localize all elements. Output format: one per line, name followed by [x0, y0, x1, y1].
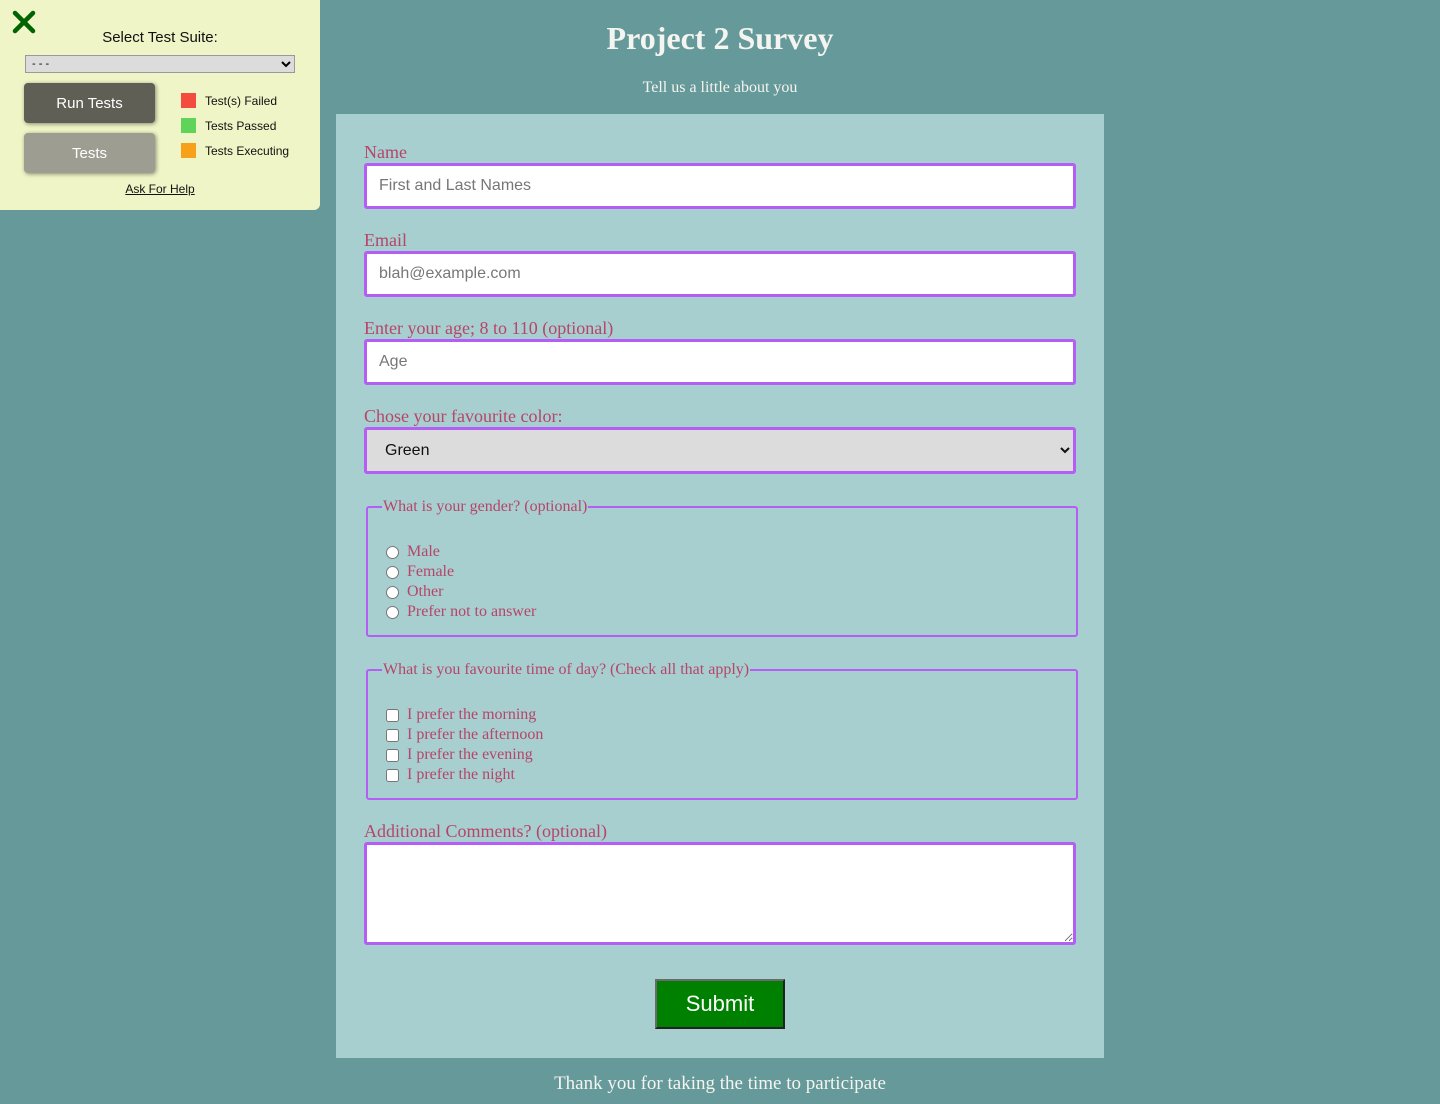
gender-legend: What is your gender? (optional) [383, 498, 588, 515]
survey-form: Name Email Enter your age; 8 to 110 (opt… [336, 114, 1104, 1058]
footer-text: Thank you for taking the time to partici… [554, 1073, 886, 1094]
color-label: Chose your favourite color: [364, 406, 563, 426]
age-input[interactable] [364, 339, 1076, 385]
executing-swatch [181, 143, 196, 158]
time-option-evening[interactable]: I prefer the evening [382, 745, 1062, 765]
passed-swatch [181, 118, 196, 133]
failed-swatch [181, 93, 196, 108]
option-label: I prefer the night [407, 766, 515, 783]
test-panel: Select Test Suite: - - - Run Tests Tests… [0, 0, 320, 210]
checkbox-evening[interactable] [386, 748, 399, 762]
gender-option-female[interactable]: Female [382, 562, 1062, 582]
option-label: Prefer not to answer [407, 603, 537, 620]
legend-label: Test(s) Failed [205, 93, 278, 108]
checkbox-afternoon[interactable] [386, 728, 399, 742]
legend-passed: Tests Passed [181, 118, 276, 133]
legend-label: Tests Passed [205, 118, 277, 133]
time-legend: What is you favourite time of day? (Chec… [383, 661, 750, 678]
time-option-night[interactable]: I prefer the night [382, 765, 1062, 785]
option-label: Other [407, 583, 444, 600]
radio-other[interactable] [386, 585, 399, 599]
ask-for-help-link[interactable]: Ask For Help [0, 182, 320, 196]
submit-button[interactable]: Submit [655, 979, 785, 1029]
test-suite-select[interactable]: - - - [25, 55, 295, 73]
time-option-morning[interactable]: I prefer the morning [382, 705, 1062, 725]
run-tests-button[interactable]: Run Tests [24, 83, 155, 123]
gender-option-other[interactable]: Other [382, 582, 1062, 602]
age-label: Enter your age; 8 to 110 (optional) [364, 318, 614, 338]
gender-option-prefer-not[interactable]: Prefer not to answer [382, 602, 1062, 622]
option-label: I prefer the morning [407, 706, 537, 723]
option-label: I prefer the evening [407, 746, 533, 763]
radio-prefer-not[interactable] [386, 605, 399, 619]
comments-label: Additional Comments? (optional) [364, 821, 607, 841]
email-label: Email [364, 230, 407, 250]
option-label: Male [407, 543, 440, 560]
gender-fieldset: What is your gender? (optional) Male Fem… [366, 498, 1078, 637]
time-option-afternoon[interactable]: I prefer the afternoon [382, 725, 1062, 745]
checkbox-night[interactable] [386, 768, 399, 782]
option-label: I prefer the afternoon [407, 726, 544, 743]
legend-executing: Tests Executing [181, 143, 289, 158]
color-select[interactable]: Green [364, 427, 1076, 474]
radio-female[interactable] [386, 565, 399, 579]
email-input[interactable] [364, 251, 1076, 297]
legend-label: Tests Executing [205, 143, 290, 158]
radio-male[interactable] [386, 545, 399, 559]
suite-label: Select Test Suite: [102, 29, 218, 46]
time-of-day-fieldset: What is you favourite time of day? (Chec… [366, 661, 1078, 800]
checkbox-morning[interactable] [386, 708, 399, 722]
tests-button[interactable]: Tests [24, 133, 155, 173]
legend-failed: Test(s) Failed [181, 93, 277, 108]
name-label: Name [364, 142, 407, 162]
gender-option-male[interactable]: Male [382, 542, 1062, 562]
option-label: Female [407, 563, 455, 580]
name-input[interactable] [364, 163, 1076, 209]
comments-textarea[interactable] [364, 842, 1076, 945]
